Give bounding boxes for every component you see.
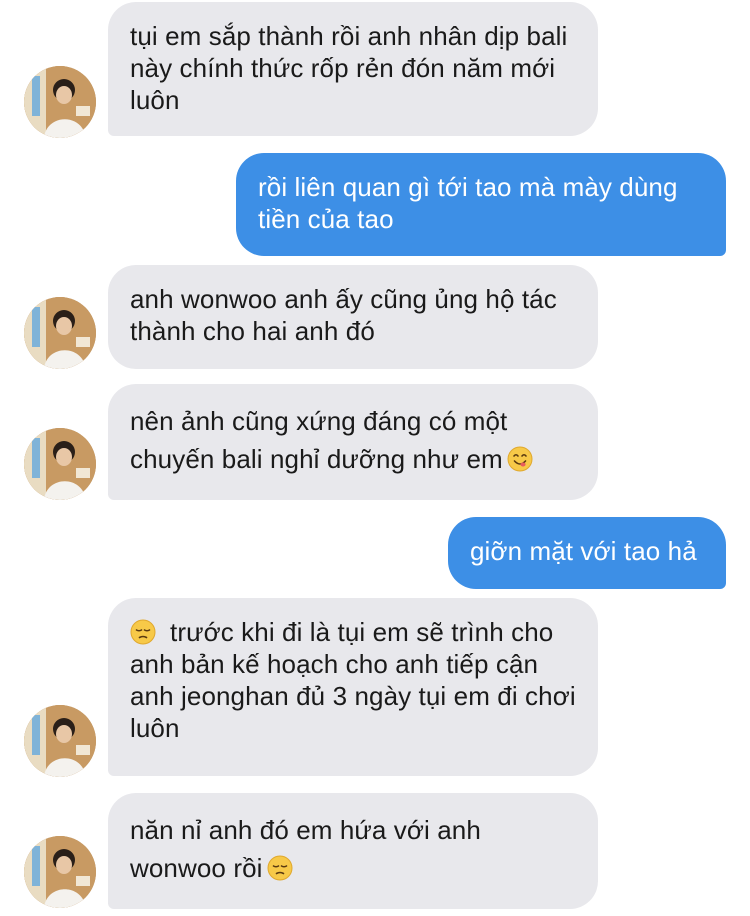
message-bubble-incoming: năn nỉ anh đó em hứa với anh wonwoo rồi <box>108 793 598 909</box>
yum-face-icon <box>507 446 533 472</box>
message-text: giỡn mặt với tao hả <box>470 536 697 566</box>
avatar[interactable] <box>24 836 96 908</box>
message-bubble-incoming: anh wonwoo anh ấy cũng ủng hộ tác thành … <box>108 265 598 369</box>
message-text: rồi liên quan gì tới tao mà mày dùng tiề… <box>258 172 678 234</box>
message-bubble-incoming: trước khi đi là tụi em sẽ trình cho anh … <box>108 598 598 776</box>
pensive-face-icon <box>130 619 156 645</box>
message-bubble-incoming: nên ảnh cũng xứng đáng có một chuyến bal… <box>108 384 598 500</box>
message-text: trước khi đi là tụi em sẽ trình cho anh … <box>130 617 576 743</box>
avatar[interactable] <box>24 428 96 500</box>
pensive-face-icon <box>267 855 293 881</box>
avatar[interactable] <box>24 66 96 138</box>
message-text: nên ảnh cũng xứng đáng có một chuyến bal… <box>130 406 508 474</box>
message-bubble-incoming: tụi em sắp thành rồi anh nhân dịp bali n… <box>108 2 598 136</box>
message-text: năn nỉ anh đó em hứa với anh wonwoo rồi <box>130 815 481 883</box>
message-text: tụi em sắp thành rồi anh nhân dịp bali n… <box>130 21 568 115</box>
message-text: anh wonwoo anh ấy cũng ủng hộ tác thành … <box>130 284 557 346</box>
avatar[interactable] <box>24 297 96 369</box>
message-bubble-outgoing: rồi liên quan gì tới tao mà mày dùng tiề… <box>236 153 726 256</box>
avatar[interactable] <box>24 705 96 777</box>
message-bubble-outgoing: giỡn mặt với tao hả <box>448 517 726 589</box>
